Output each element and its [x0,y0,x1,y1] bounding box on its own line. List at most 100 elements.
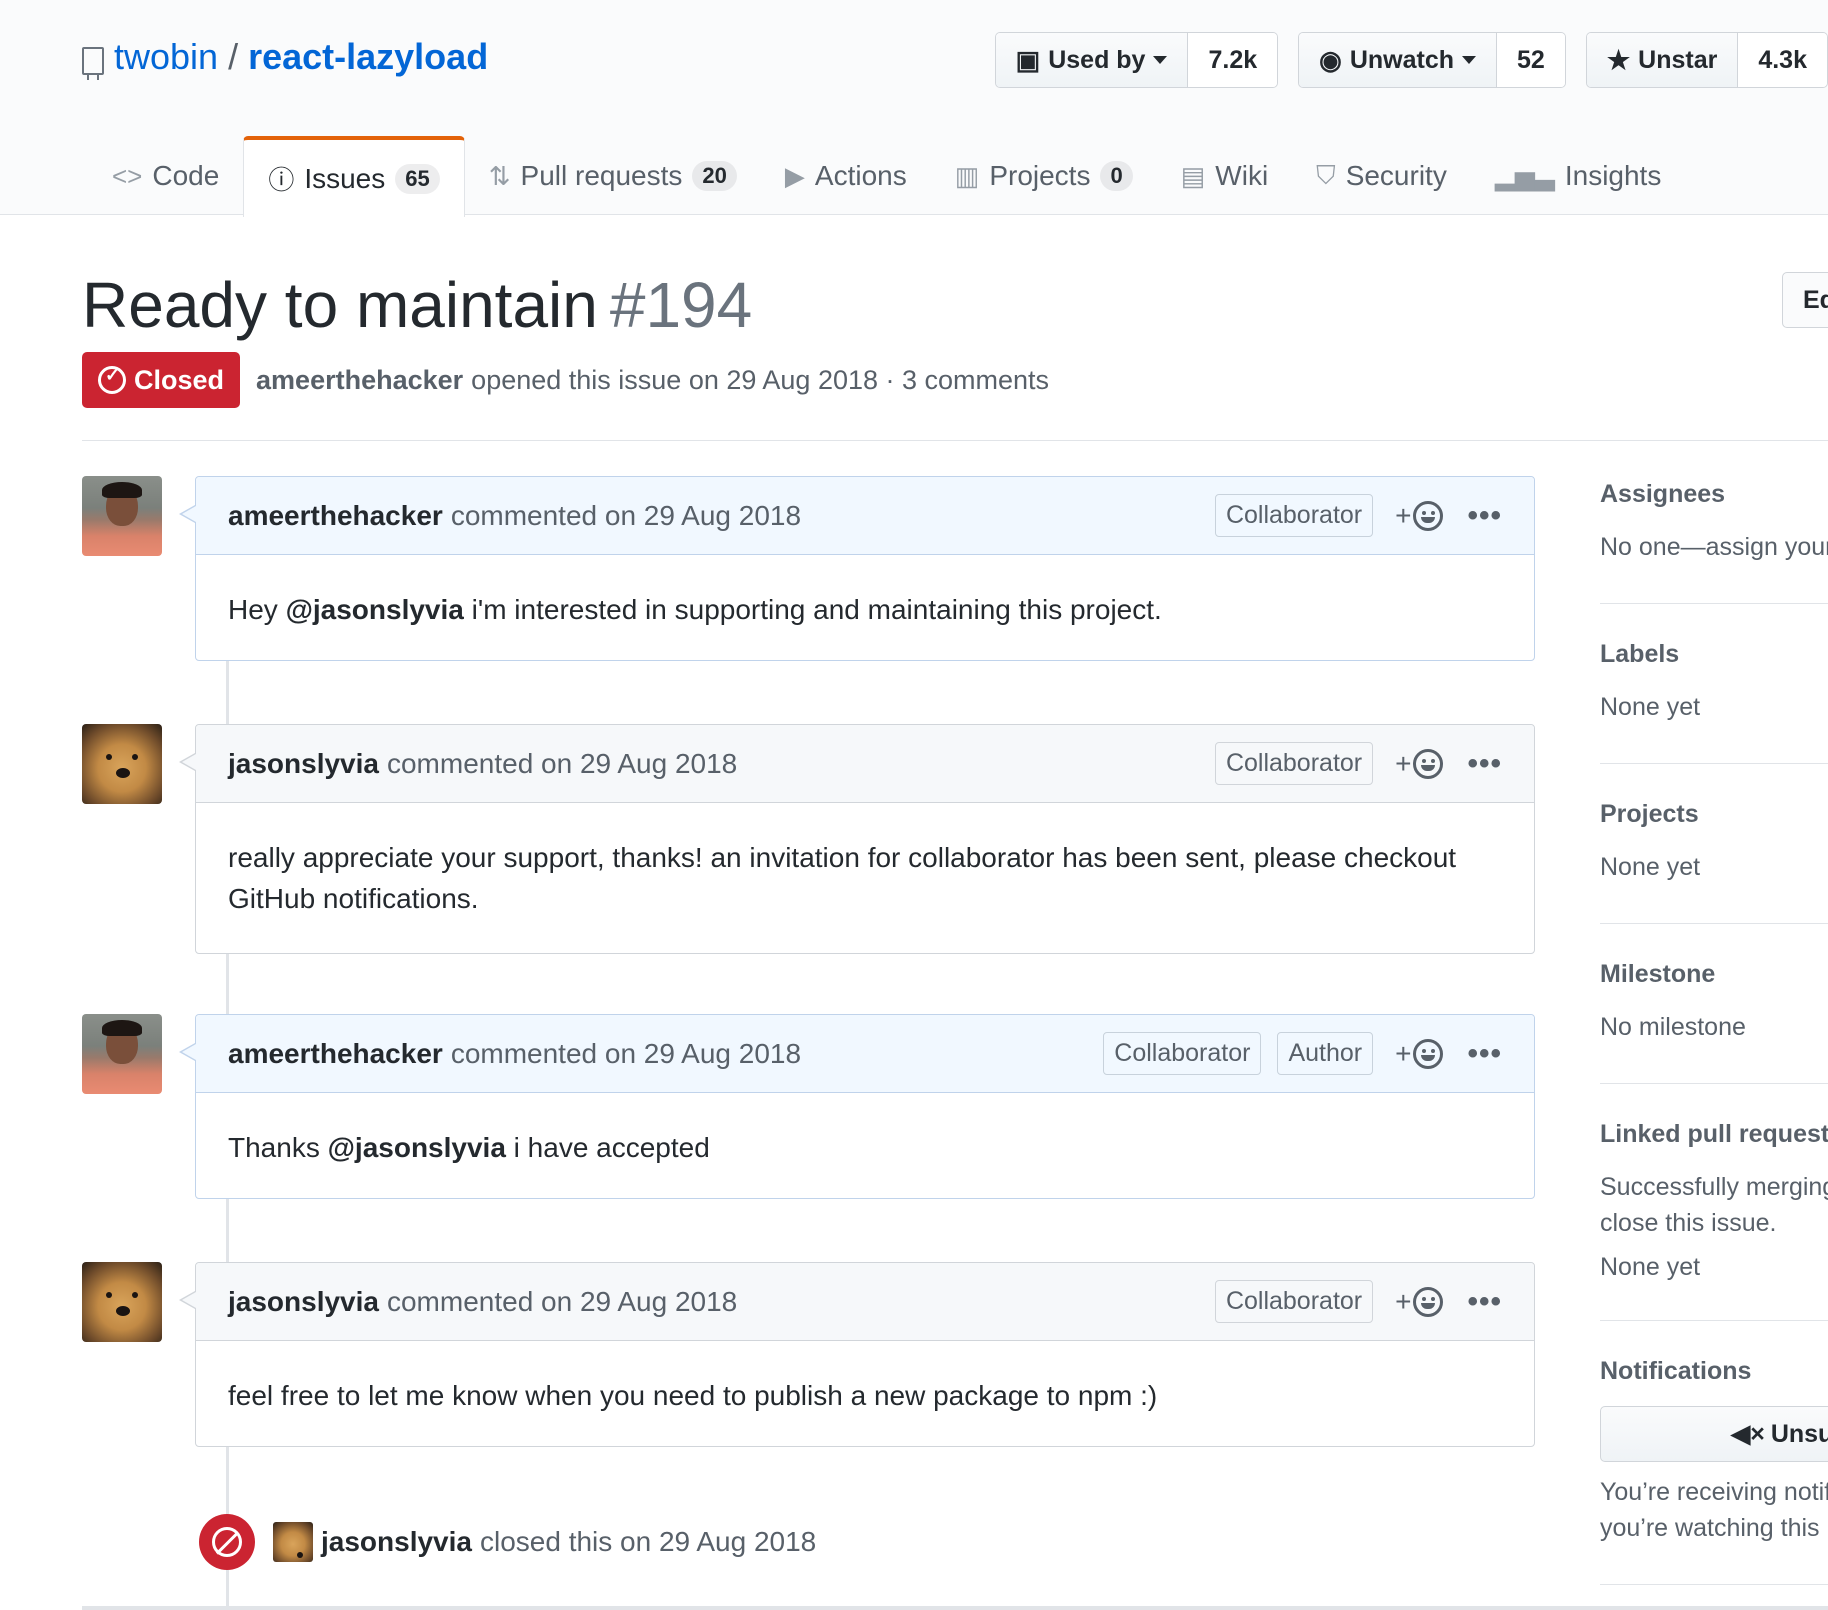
comment-author-link[interactable]: jasonslyvia [228,1286,379,1318]
edit-button[interactable]: Ed [1782,272,1828,328]
user-mention-link[interactable]: @jasonslyvia [286,594,464,625]
linked-prs-heading[interactable]: Linked pull requests [1600,1120,1828,1149]
tab-insights[interactable]: ▂▅▃ Insights [1471,136,1686,216]
graph-icon: ▂▅▃ [1494,160,1555,191]
more-options-button[interactable]: ••• [1467,1037,1502,1071]
avatar[interactable] [82,724,162,804]
tab-wiki[interactable]: ▤ Wiki [1157,136,1292,216]
projects-value: None yet [1600,853,1701,881]
comment-author-link[interactable]: ameerthehacker [228,1038,443,1070]
avatar[interactable] [82,1014,162,1094]
milestone-heading[interactable]: Milestone [1600,960,1828,989]
used-by-count[interactable]: 7.2k [1188,33,1278,87]
status-label: Closed [134,364,225,395]
comment: ameerthehacker commented on 29 Aug 2018 … [179,476,1535,661]
collaborator-badge: Collaborator [1103,1032,1262,1075]
issue-author-link[interactable]: ameerthehacker [256,365,463,396]
sidebar-labels: Labels None yet [1600,640,1828,764]
comment-header: jasonslyvia commented on 29 Aug 2018 Col… [179,1263,1534,1341]
event-actor-link[interactable]: jasonslyvia [321,1526,472,1558]
issue-opened-icon: ⓘ [268,165,295,195]
watchers-count[interactable]: 52 [1497,33,1565,87]
comment-text: Hey [228,594,286,625]
comment-timestamp[interactable]: commented on 29 Aug 2018 [387,1286,737,1318]
comment-author-link[interactable]: ameerthehacker [228,500,443,532]
code-icon: <> [112,160,143,191]
repo-owner-link[interactable]: twobin [114,36,218,78]
comment-text: Thanks [228,1132,328,1163]
plus-icon: + [1395,1037,1412,1069]
comment-body: really appreciate your support, thanks! … [228,842,1457,914]
comment-body: Thanks @jasonslyvia i have accepted [196,1093,1534,1198]
comment-author-link[interactable]: jasonslyvia [228,748,379,780]
plus-icon: + [1395,747,1412,779]
repo-name-link[interactable]: react-lazyload [248,36,488,78]
smiley-icon [1413,1286,1444,1317]
collaborator-badge: Collaborator [1214,494,1374,537]
avatar[interactable] [273,1522,313,1562]
unwatch-label: Unwatch [1349,45,1455,74]
projects-heading[interactable]: Projects [1600,800,1828,829]
bottom-divider [82,1606,1828,1610]
project-icon: ▥ [954,160,980,191]
tab-code[interactable]: <> Code [88,136,243,216]
repo-separator: / [228,36,239,77]
tab-pull-requests[interactable]: ⇅ Pull requests 20 [465,136,761,216]
play-icon: ▶ [784,160,805,191]
add-reaction-button[interactable]: + [1395,747,1444,780]
comment-text: i have accepted [505,1132,710,1163]
labels-heading[interactable]: Labels [1600,640,1828,669]
watch-group: ◉ Unwatch 52 [1298,32,1566,88]
comment-body: Hey @jasonslyvia i'm interested in suppo… [196,555,1534,660]
issue-meta-text: opened this issue on 29 Aug 2018 · 3 com… [471,364,1050,395]
smiley-icon [1413,748,1444,779]
chevron-down-icon [1462,56,1477,64]
used-by-button[interactable]: ▣ Used by [995,33,1189,87]
user-mention-link[interactable]: @jasonslyvia [328,1132,506,1163]
comment-timestamp[interactable]: commented on 29 Aug 2018 [387,748,737,780]
avatar[interactable] [82,476,162,556]
more-options-button[interactable]: ••• [1467,499,1502,533]
issue-title-text: Ready to maintain [82,269,598,341]
repo-nav: <> Code ⓘ Issues 65 ⇅ Pull requests 20 ▶… [88,136,1686,217]
status-badge: Closed [82,352,241,408]
unstar-label: Unstar [1638,45,1718,74]
tab-security[interactable]: ⛉ Security [1292,136,1471,216]
more-options-button[interactable]: ••• [1467,747,1502,781]
issue-sidebar: Assignees No one—assign yours Labels Non… [1600,480,1828,1610]
tab-projects[interactable]: ▥ Projects 0 [931,136,1157,216]
issue-meta: Closed ameerthehacker opened this issue … [82,352,1049,408]
closed-event-badge [199,1514,255,1570]
mute-icon: ◀× [1731,1420,1765,1448]
comment-timestamp[interactable]: commented on 29 Aug 2018 [451,500,801,532]
notifications-reason: You’re receiving notif [1600,1478,1828,1506]
stars-count[interactable]: 4.3k [1738,33,1827,87]
add-reaction-button[interactable]: + [1395,500,1444,532]
projects-counter: 0 [1100,161,1133,191]
add-reaction-button[interactable]: + [1395,1037,1444,1070]
unsubscribe-label: Unsu [1770,1419,1828,1448]
star-icon: ★ [1606,44,1631,75]
tab-actions-label: Actions [814,160,907,191]
repo-header: twobin / react-lazyload ▣ Used by 7.2k ◉… [0,0,1828,217]
comment-timestamp[interactable]: commented on 29 Aug 2018 [451,1038,801,1070]
milestone-value: No milestone [1600,1013,1746,1041]
add-reaction-button[interactable]: + [1395,1286,1444,1318]
repo-title: twobin / react-lazyload [82,36,488,80]
collaborator-badge: Collaborator [1214,742,1374,785]
assignees-heading[interactable]: Assignees [1600,480,1828,509]
unwatch-button[interactable]: ◉ Unwatch [1299,33,1498,87]
comment: jasonslyvia commented on 29 Aug 2018 Col… [179,1262,1535,1447]
avatar[interactable] [82,1262,162,1342]
more-options-button[interactable]: ••• [1467,1285,1502,1319]
comment-header: jasonslyvia commented on 29 Aug 2018 Col… [179,725,1534,803]
comment: ameerthehacker commented on 29 Aug 2018 … [179,1014,1535,1199]
tab-issues[interactable]: ⓘ Issues 65 [243,136,465,217]
assignees-value[interactable]: No one—assign yours [1600,529,1828,565]
unsubscribe-button[interactable]: ◀× Unsu [1600,1406,1828,1462]
git-pull-request-icon: ⇅ [488,160,511,191]
tab-projects-label: Projects [989,160,1091,191]
tab-actions[interactable]: ▶ Actions [761,136,931,216]
labels-value: None yet [1600,693,1701,721]
unstar-button[interactable]: ★ Unstar [1586,33,1739,87]
